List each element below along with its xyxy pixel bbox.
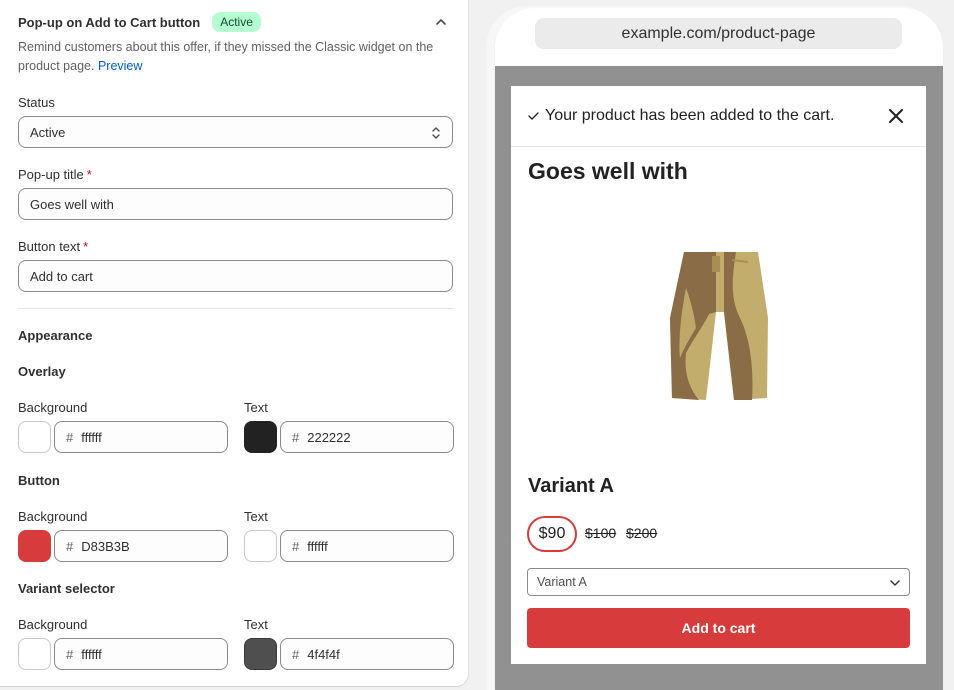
hash-prefix: # — [292, 646, 300, 662]
compare-price: $200 — [626, 525, 658, 541]
button-text-label: Button text * — [18, 239, 89, 254]
sale-price: $90 — [527, 516, 577, 552]
variant-select-value: Variant A — [537, 575, 587, 589]
button-heading: Button — [18, 473, 60, 488]
status-label: Status — [18, 95, 55, 110]
variant-text-swatch[interactable] — [244, 638, 277, 670]
popup-title-value: Goes well with — [30, 196, 114, 212]
settings-card: Pop-up on Add to Cart button Active Remi… — [0, 0, 468, 686]
variant-text-label: Text — [244, 617, 268, 632]
hex-value: 4f4f4f — [307, 646, 340, 662]
shorts-product-image[interactable] — [664, 248, 774, 406]
divider — [18, 308, 453, 309]
card-description: Remind customers about this offer, if th… — [18, 40, 434, 73]
close-icon[interactable] — [886, 106, 906, 126]
status-badge: Active — [212, 12, 261, 32]
hex-value: ffffff — [81, 429, 102, 445]
variant-title: Variant A — [528, 475, 614, 497]
required-asterisk: * — [86, 167, 92, 182]
variant-text-hex-input[interactable]: #4f4f4f — [280, 638, 454, 670]
variant-select[interactable]: Variant A — [527, 568, 910, 596]
url-bar: example.com/product-page — [535, 18, 902, 49]
overlay-text-label: Text — [244, 400, 268, 415]
button-text-value: Add to cart — [30, 268, 93, 284]
hex-value: ffffff — [307, 538, 328, 554]
button-text-color-label: Text — [244, 509, 268, 524]
button-background-label: Background — [18, 509, 88, 524]
hex-value: ffffff — [81, 646, 102, 662]
card-header[interactable]: Pop-up on Add to Cart button Active — [18, 12, 450, 32]
button-background-hex-input[interactable]: # D83B3B — [54, 530, 228, 562]
card-title: Pop-up on Add to Cart button — [18, 14, 201, 30]
popup-title-input[interactable]: Goes well with — [18, 188, 453, 220]
hash-prefix: # — [66, 538, 74, 554]
button-background-swatch[interactable] — [18, 530, 51, 562]
popup-title-label: Pop-up title * — [18, 167, 92, 182]
hex-value: 222222 — [307, 429, 351, 445]
preview-link[interactable]: Preview — [98, 59, 142, 73]
required-asterisk: * — [83, 239, 89, 254]
variant-background-label: Background — [18, 617, 88, 632]
overlay-text-hex-input[interactable]: #222222 — [280, 421, 454, 453]
status-select-value: Active — [30, 124, 66, 140]
variant-selector-heading: Variant selector — [18, 581, 115, 596]
overlay-text-swatch[interactable] — [244, 421, 277, 453]
add-to-cart-button[interactable]: Add to cart — [527, 608, 910, 648]
overlay-background-hex-input[interactable]: # ffffff — [54, 421, 228, 453]
appearance-heading: Appearance — [18, 328, 93, 343]
hex-value: D83B3B — [81, 538, 130, 554]
button-text-swatch[interactable] — [244, 530, 277, 562]
hash-prefix: # — [292, 538, 300, 554]
select-arrows-icon — [432, 127, 440, 139]
chevron-down-icon — [890, 580, 900, 586]
overlay-heading: Overlay — [18, 364, 66, 379]
checkmark-icon — [528, 112, 539, 120]
popup-title: Goes well with — [528, 158, 688, 184]
button-text-hex-input[interactable]: # ffffff — [280, 530, 454, 562]
hash-prefix: # — [66, 646, 74, 662]
status-select[interactable]: Active — [18, 116, 453, 148]
overlay-background-swatch[interactable] — [18, 421, 51, 453]
hash-prefix: # — [66, 429, 74, 445]
popup-divider — [511, 146, 926, 147]
button-text-input[interactable]: Add to cart — [18, 260, 453, 292]
variant-background-swatch[interactable] — [18, 638, 51, 670]
variant-background-hex-input[interactable]: # ffffff — [54, 638, 228, 670]
overlay-background-label: Background — [18, 400, 88, 415]
compare-price: $100 — [585, 525, 617, 541]
added-to-cart-message: Your product has been added to the cart. — [528, 104, 834, 128]
chevron-up-icon[interactable] — [432, 13, 450, 31]
toast-text: Your product has been added to the cart. — [545, 107, 835, 124]
hash-prefix: # — [292, 429, 300, 445]
